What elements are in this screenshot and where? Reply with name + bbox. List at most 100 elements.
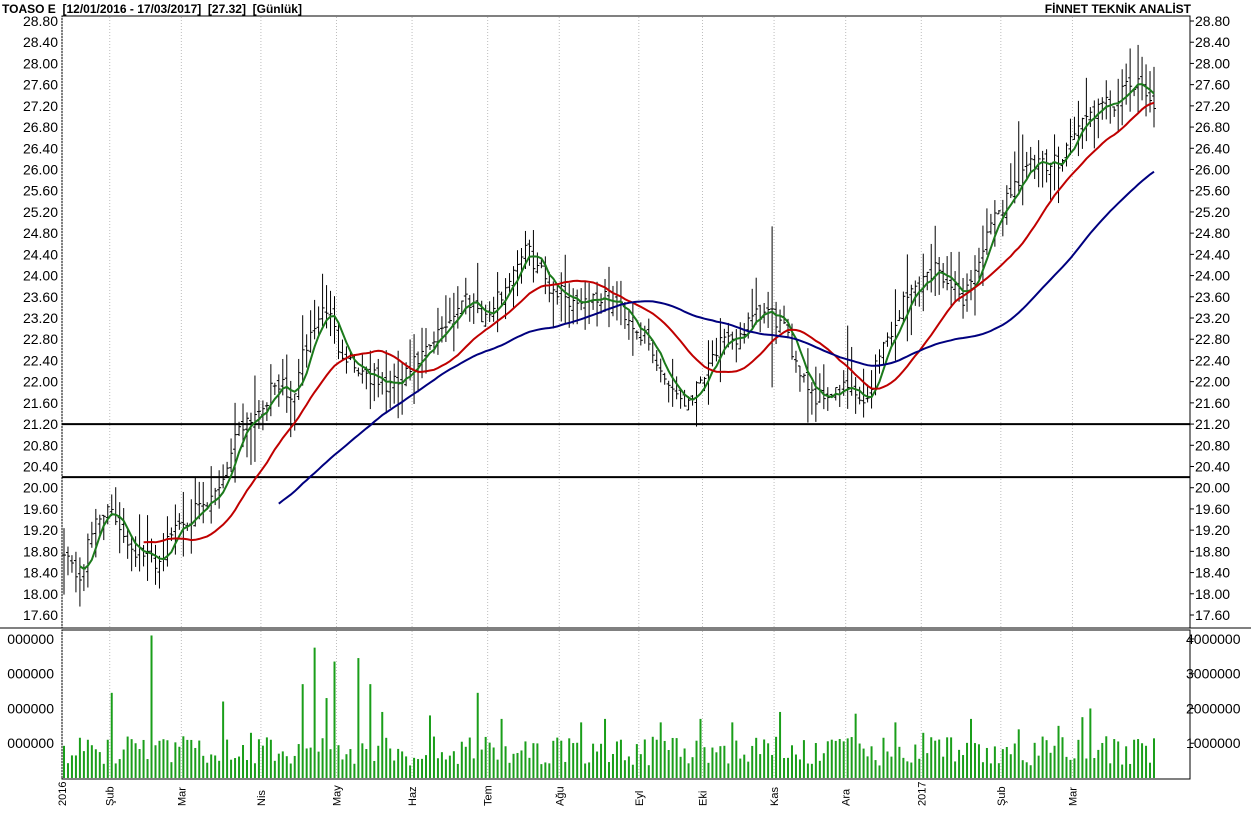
volume-bar [126, 736, 129, 778]
x-tick-label: 2016 [57, 782, 69, 806]
volume-bar [719, 746, 722, 778]
volume-bar [476, 692, 479, 778]
volume-bar [946, 737, 949, 778]
volume-bar [679, 756, 682, 778]
volume-bar [317, 751, 320, 778]
x-tick-label: May [331, 785, 343, 806]
volume-bar [369, 684, 372, 778]
volume-bar [771, 754, 774, 778]
volume-bar [970, 718, 973, 778]
volume-bar [524, 741, 527, 778]
x-tick-label: Haz [407, 786, 419, 806]
y-tick-label: 25.20 [23, 204, 58, 220]
y-tick-label: 26.40 [1195, 140, 1230, 156]
volume-bar [890, 756, 893, 778]
volume-bar [989, 763, 992, 778]
y-tick-label: 22.00 [23, 374, 58, 390]
volume-bar [1101, 742, 1104, 778]
volume-bar [480, 749, 483, 778]
volume-bar [122, 749, 125, 778]
y-tick-label: 27.60 [1195, 77, 1230, 93]
volume-bar [1057, 725, 1060, 778]
volume-bar [1145, 745, 1148, 778]
volume-bar [464, 746, 467, 778]
volume-bar [230, 759, 233, 778]
volume-bar [1045, 740, 1048, 778]
volume-bar [138, 749, 141, 778]
y-tick-label: 21.20 [23, 416, 58, 432]
volume-bar [958, 749, 961, 778]
volume-bar [154, 745, 157, 778]
volume-bar [86, 739, 89, 778]
volume-bar [985, 747, 988, 778]
symbol-label: TOASO E [2, 2, 56, 16]
y-tick-label: 25.20 [1195, 204, 1230, 220]
volume-bar [428, 715, 431, 778]
volume-bar [130, 739, 133, 778]
volume-bar [699, 718, 702, 778]
volume-bar [238, 756, 241, 778]
y-tick-label: 18.40 [1195, 565, 1230, 581]
volume-bar [866, 756, 869, 778]
volume-bar [631, 764, 634, 778]
volume-bar [977, 744, 980, 778]
volume-bar [472, 758, 475, 778]
y-tick-label: 20.80 [1195, 437, 1230, 453]
x-tick-label: Eyl [634, 791, 646, 806]
volume-bar [226, 739, 229, 778]
y-tick-label: 20.40 [1195, 459, 1230, 475]
volume-bar [592, 743, 595, 778]
volume-bar [249, 732, 252, 778]
volume-bar [822, 753, 825, 778]
volume-bar [548, 763, 551, 778]
volume-bar [198, 740, 201, 778]
volume-bar [397, 748, 400, 778]
y-tick-label: 22.80 [23, 331, 58, 347]
volume-bar [930, 737, 933, 778]
volume-bar [500, 718, 503, 778]
chart-canvas: 28.80 28.40 28.00 27.60 27.20 26.80 26.40 26.00… [0, 13, 1251, 806]
volume-bar [289, 763, 292, 778]
volume-bar [826, 741, 829, 778]
y-tick-label: 19.60 [1195, 501, 1230, 517]
volume-bar [902, 757, 905, 778]
last-price-label: [27.32] [207, 2, 246, 16]
volume-bar [313, 647, 316, 778]
volume-bar [1021, 760, 1024, 778]
volume-bar [377, 745, 380, 778]
volume-bar [568, 738, 571, 778]
volume-bar [297, 744, 300, 778]
volume-bar [182, 736, 185, 778]
volume-bar [1061, 737, 1064, 778]
volume-bar [858, 743, 861, 778]
volume-bar [735, 740, 738, 778]
volume-bar [1109, 763, 1112, 778]
volume-bar [385, 737, 388, 778]
volume-bar [106, 739, 109, 778]
volume-bar [1069, 759, 1072, 778]
x-tick-label: Kas [769, 787, 781, 806]
volume-bar [870, 746, 873, 778]
volume-bar [723, 745, 726, 778]
volume-bar [683, 748, 686, 778]
volume-bar [540, 764, 543, 778]
volume-tick-label-left: 000000 [7, 666, 54, 682]
volume-bar [667, 750, 670, 778]
volume-bar [528, 757, 531, 778]
y-tick-label: 26.40 [23, 140, 58, 156]
y-tick-label: 27.20 [1195, 98, 1230, 114]
volume-bar [365, 749, 368, 778]
volume-bar [242, 745, 245, 778]
volume-bar [321, 738, 324, 778]
volume-bar [1141, 743, 1144, 778]
y-tick-label: 26.80 [23, 119, 58, 135]
price-axis-right: 28.80 28.40 28.00 27.60 27.20 26.80 26.40 26.00… [1190, 13, 1230, 623]
volume-bar [691, 757, 694, 778]
y-tick-label: 28.80 [1195, 13, 1230, 29]
volume-bar [751, 745, 754, 778]
volume-bar [981, 762, 984, 778]
y-tick-label: 18.00 [1195, 586, 1230, 602]
x-tick-label: Tem [483, 785, 495, 806]
volume-bar [767, 743, 770, 778]
volume-bar [914, 744, 917, 778]
